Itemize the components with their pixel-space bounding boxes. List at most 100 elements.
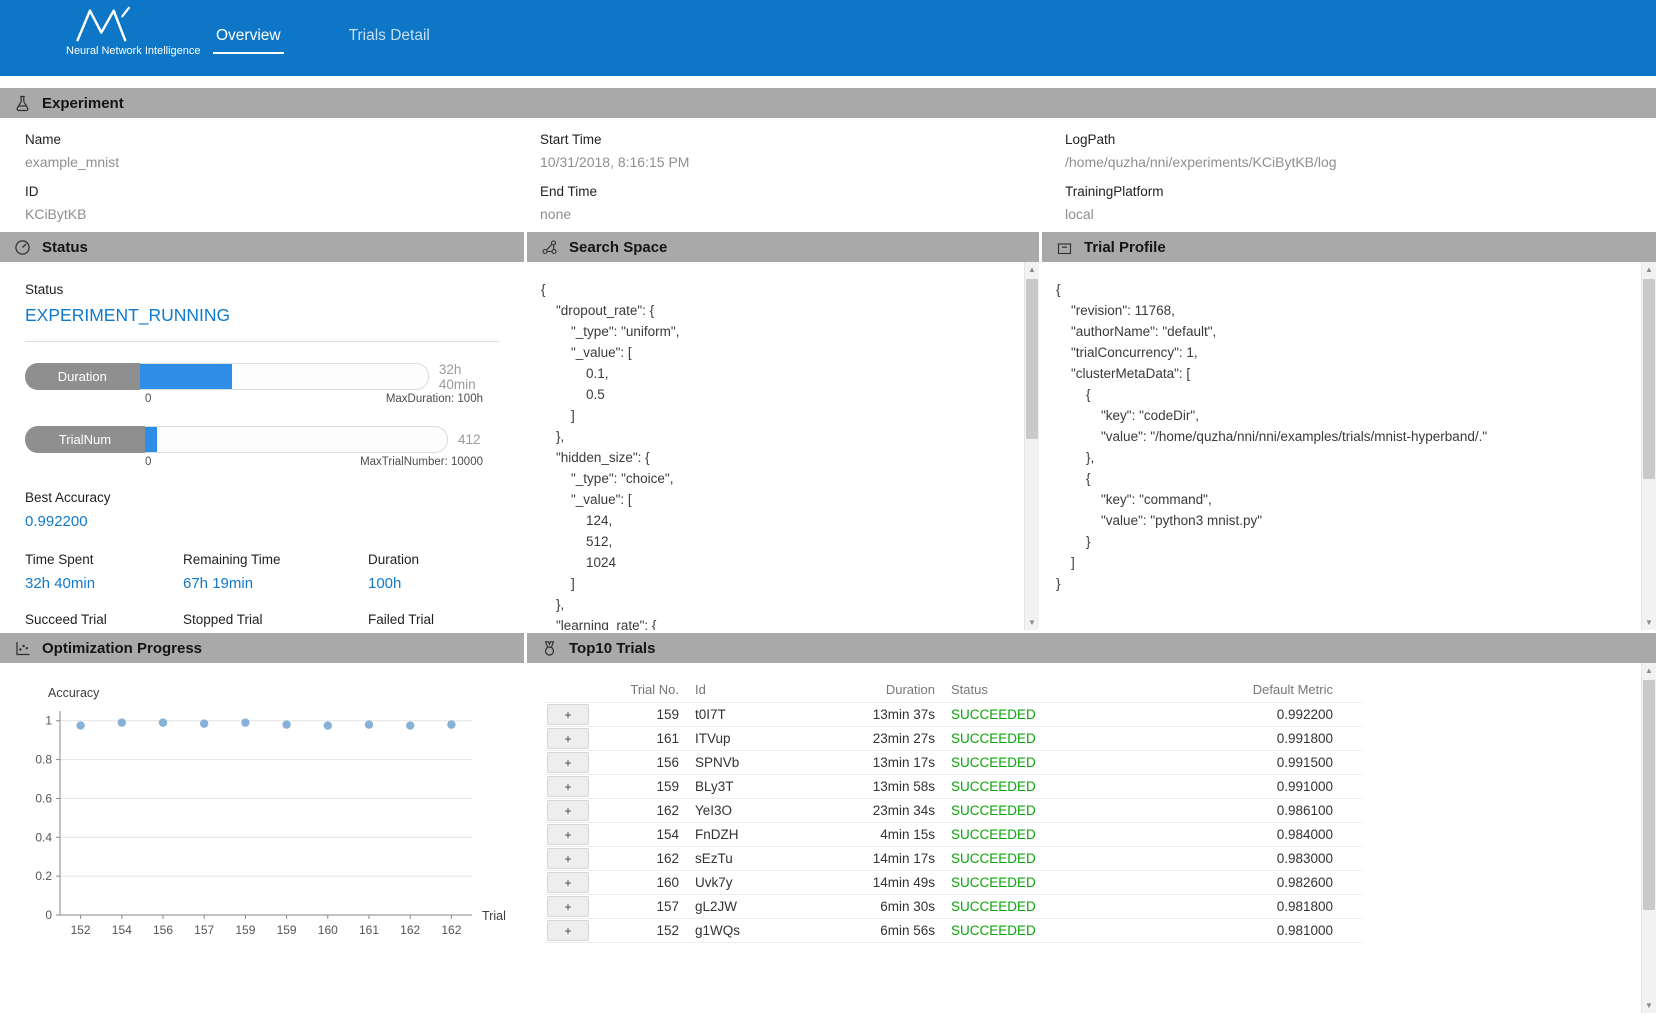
cell-duration: 14min 49s [805, 871, 943, 895]
duration-bar-track [140, 363, 429, 390]
expand-row-button[interactable]: + [547, 800, 589, 821]
field-label: End Time [540, 184, 689, 199]
trialnum-bar-value: 412 [458, 432, 481, 447]
search-space-panel: { "dropout_rate": { "_type": "uniform", … [527, 262, 1039, 630]
svg-text:162: 162 [400, 923, 420, 937]
field-value: local [1065, 206, 1337, 222]
scatter-chart-icon [14, 640, 31, 657]
svg-text:159: 159 [277, 923, 297, 937]
tab-trials-detail[interactable]: Trials Detail [346, 23, 433, 54]
cell-id: FnDZH [687, 823, 805, 847]
field-value: /home/quzha/nni/experiments/KCiBytKB/log [1065, 154, 1337, 170]
expand-row-button[interactable]: + [547, 728, 589, 749]
optimization-panel: 00.20.40.60.8115215415615715915916016116… [0, 663, 524, 1013]
cell-status: SUCCEEDED [943, 727, 1093, 751]
expand-row-button[interactable]: + [547, 848, 589, 869]
cell-duration: 6min 56s [805, 919, 943, 943]
cell-status: SUCCEEDED [943, 919, 1093, 943]
experiment-col-1: Name example_mnist ID KCiBytKB [25, 118, 119, 222]
col-duration: Duration [805, 677, 943, 703]
expand-row-button[interactable]: + [547, 752, 589, 773]
scroll-down-icon[interactable]: ▼ [1642, 615, 1656, 630]
cell-status: SUCCEEDED [943, 775, 1093, 799]
top10-title: Top10 Trials [569, 640, 655, 657]
scroll-up-icon[interactable]: ▲ [1642, 262, 1656, 277]
cell-default-metric: 0.991500 [1093, 751, 1363, 775]
table-row: + 152 g1WQs 6min 56s SUCCEEDED 0.981000 [545, 919, 1363, 943]
top-nav: Neural Network Intelligence Overview Tri… [0, 0, 1656, 76]
cell-duration: 23min 27s [805, 727, 943, 751]
cell-trial-no: 159 [591, 775, 687, 799]
col-default-metric: Default Metric [1093, 677, 1363, 703]
cell-id: gL2JW [687, 895, 805, 919]
svg-text:0.6: 0.6 [35, 791, 52, 805]
nni-logo[interactable]: Neural Network Intelligence [66, 5, 216, 57]
cell-default-metric: 0.986100 [1093, 799, 1363, 823]
field-value: example_mnist [25, 154, 119, 170]
svg-text:161: 161 [359, 923, 379, 937]
scrollbar-thumb[interactable] [1643, 279, 1655, 479]
experiment-col-2: Start Time 10/31/2018, 8:16:15 PM End Ti… [540, 118, 689, 222]
scrollbar-thumb[interactable] [1643, 680, 1655, 910]
gauge-icon [14, 239, 31, 256]
best-accuracy-value: 0.992200 [25, 513, 499, 530]
svg-text:0.8: 0.8 [35, 753, 52, 767]
trial-profile-section-bar: Trial Profile [1042, 232, 1656, 262]
scroll-down-icon[interactable]: ▼ [1025, 615, 1039, 630]
table-row: + 154 FnDZH 4min 15s SUCCEEDED 0.984000 [545, 823, 1363, 847]
cell-status: SUCCEEDED [943, 871, 1093, 895]
duration-bar-max: MaxDuration: 100h [386, 393, 483, 405]
trialnum-bar-label: TrialNum [25, 426, 145, 453]
cell-trial-no: 160 [591, 871, 687, 895]
svg-text:159: 159 [235, 923, 255, 937]
trialnum-bar-scale: 0 MaxTrialNumber: 10000 [145, 456, 483, 468]
table-row: + 159 BLy3T 13min 58s SUCCEEDED 0.991000 [545, 775, 1363, 799]
table-row: + 161 ITVup 23min 27s SUCCEEDED 0.991800 [545, 727, 1363, 751]
expand-row-button[interactable]: + [547, 872, 589, 893]
svg-text:152: 152 [71, 923, 91, 937]
search-space-scrollbar[interactable]: ▲ ▼ [1024, 262, 1039, 630]
scrollbar-thumb[interactable] [1026, 279, 1038, 439]
svg-text:1: 1 [45, 714, 52, 728]
duration-bar-scale: 0 MaxDuration: 100h [145, 393, 483, 405]
status-value: EXPERIMENT_RUNNING [25, 305, 499, 326]
scroll-up-icon[interactable]: ▲ [1025, 262, 1039, 277]
table-row: + 159 t0I7T 13min 37s SUCCEEDED 0.992200 [545, 703, 1363, 727]
trialnum-bar-fill [145, 427, 157, 452]
table-row: + 162 YeI3O 23min 34s SUCCEEDED 0.986100 [545, 799, 1363, 823]
status-panel: Status EXPERIMENT_RUNNING Duration 32h 4… [0, 262, 524, 630]
expand-row-button[interactable]: + [547, 776, 589, 797]
expand-row-button[interactable]: + [547, 704, 589, 725]
cell-default-metric: 0.981800 [1093, 895, 1363, 919]
logo-caption: Neural Network Intelligence [66, 45, 216, 57]
search-space-section-bar: Search Space [527, 232, 1039, 262]
nni-logo-icon [72, 5, 144, 43]
svg-text:162: 162 [441, 923, 461, 937]
stat-duration: Duration 100h [368, 552, 499, 592]
duration-bar-fill [140, 364, 232, 389]
svg-text:0: 0 [45, 908, 52, 922]
table-header-row: Trial No. Id Duration Status Default Met… [545, 677, 1363, 703]
svg-text:Trial: Trial [482, 909, 506, 923]
col-status: Status [943, 677, 1093, 703]
cell-trial-no: 154 [591, 823, 687, 847]
svg-text:157: 157 [194, 923, 214, 937]
scroll-down-icon[interactable]: ▼ [1642, 998, 1656, 1013]
top10-scrollbar[interactable]: ▲ ▼ [1641, 663, 1656, 1013]
expand-row-button[interactable]: + [547, 920, 589, 941]
col-trial-no: Trial No. [591, 677, 687, 703]
cell-duration: 14min 17s [805, 847, 943, 871]
cell-id: SPNVb [687, 751, 805, 775]
table-row: + 157 gL2JW 6min 30s SUCCEEDED 0.981800 [545, 895, 1363, 919]
cell-status: SUCCEEDED [943, 847, 1093, 871]
expand-row-button[interactable]: + [547, 896, 589, 917]
cell-trial-no: 162 [591, 847, 687, 871]
trial-profile-scrollbar[interactable]: ▲ ▼ [1641, 262, 1656, 630]
tab-overview[interactable]: Overview [213, 23, 284, 54]
scroll-up-icon[interactable]: ▲ [1642, 663, 1656, 678]
cell-id: g1WQs [687, 919, 805, 943]
trialnum-bar-track [145, 426, 448, 453]
cell-duration: 13min 37s [805, 703, 943, 727]
expand-row-button[interactable]: + [547, 824, 589, 845]
cell-status: SUCCEEDED [943, 703, 1093, 727]
